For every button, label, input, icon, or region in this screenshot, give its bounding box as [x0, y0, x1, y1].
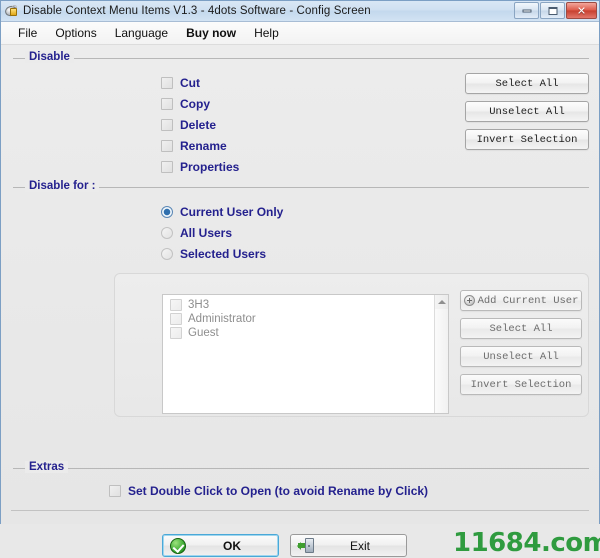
checkbox-icon[interactable]: [170, 313, 182, 325]
close-icon: ✕: [576, 4, 587, 17]
users-invert-selection-button[interactable]: Invert Selection: [460, 374, 582, 395]
content-area: Disable Cut Copy Delete Rename Propertie…: [1, 45, 600, 558]
radio-icon[interactable]: [161, 227, 173, 239]
list-item[interactable]: Administrator: [166, 312, 448, 326]
add-current-user-button[interactable]: Add Current User: [460, 290, 582, 311]
disable-for-group: Disable for : Current User Only All User…: [13, 180, 589, 457]
menu-item-options[interactable]: Options: [46, 23, 105, 43]
checkbox-cut[interactable]: Cut: [161, 76, 200, 90]
disable-group-title: Disable: [25, 51, 74, 63]
checkbox-icon[interactable]: [109, 485, 121, 497]
users-unselect-all-button[interactable]: Unselect All: [460, 346, 582, 367]
extras-group-title: Extras: [25, 461, 69, 473]
selected-users-panel: 3H3 Administrator Guest Add Current User…: [114, 273, 589, 417]
scrollbar-track[interactable]: [435, 309, 448, 413]
checkbox-delete[interactable]: Delete: [161, 118, 216, 132]
chevron-up-icon: [437, 300, 446, 304]
checkbox-copy[interactable]: Copy: [161, 97, 210, 111]
lock-disc-icon: [3, 4, 19, 18]
list-item[interactable]: Guest: [166, 326, 448, 340]
checkbox-label: Properties: [180, 160, 240, 174]
radio-label: Current User Only: [180, 205, 284, 219]
window-title: Disable Context Menu Items V1.3 - 4dots …: [23, 5, 371, 17]
green-check-icon: [170, 537, 186, 554]
checkbox-label: Rename: [180, 139, 227, 153]
radio-icon[interactable]: [161, 248, 173, 260]
checkbox-set-double-click-to-open[interactable]: Set Double Click to Open (to avoid Renam…: [109, 484, 428, 498]
title-bar: Disable Context Menu Items V1.3 - 4dots …: [1, 1, 599, 22]
users-select-all-button[interactable]: Select All: [460, 318, 582, 339]
checkbox-icon[interactable]: [161, 140, 173, 152]
checkbox-icon[interactable]: [170, 327, 182, 339]
watermark: 11684.com: [453, 528, 600, 558]
list-item-label: 3H3: [188, 299, 210, 311]
list-item-label: Guest: [188, 327, 219, 339]
menu-item-file[interactable]: File: [9, 23, 46, 43]
app-window: Disable Context Menu Items V1.3 - 4dots …: [0, 0, 600, 558]
radio-icon[interactable]: [161, 206, 173, 218]
menu-item-language[interactable]: Language: [106, 23, 177, 43]
checkbox-label: Cut: [180, 76, 200, 90]
button-label: Add Current User: [477, 294, 579, 307]
maximize-button[interactable]: [540, 2, 565, 19]
unselect-all-button[interactable]: Unselect All: [465, 101, 589, 122]
radio-all-users[interactable]: All Users: [161, 226, 232, 240]
exit-button[interactable]: Exit: [290, 534, 407, 557]
close-button[interactable]: ✕: [566, 2, 597, 19]
radio-selected-users[interactable]: Selected Users: [161, 247, 266, 261]
minimize-icon: [522, 9, 531, 12]
menu-item-buy-now[interactable]: Buy now: [177, 23, 245, 43]
checkbox-properties[interactable]: Properties: [161, 160, 239, 174]
exit-door-icon: [297, 538, 314, 553]
menu-bar: File Options Language Buy now Help: [1, 22, 599, 45]
checkbox-icon[interactable]: [161, 119, 173, 131]
maximize-icon: [548, 6, 557, 15]
checkbox-label: Copy: [180, 97, 210, 111]
exit-button-label: Exit: [349, 538, 370, 553]
window-controls: ✕: [514, 2, 597, 19]
ok-button-label: OK: [223, 538, 241, 553]
checkbox-rename[interactable]: Rename: [161, 139, 227, 153]
checkbox-icon[interactable]: [161, 98, 173, 110]
user-listbox[interactable]: 3H3 Administrator Guest: [162, 294, 449, 414]
ok-button[interactable]: OK: [162, 534, 279, 557]
radio-current-user-only[interactable]: Current User Only: [161, 205, 283, 219]
radio-label: All Users: [180, 226, 233, 240]
radio-label: Selected Users: [180, 247, 267, 261]
checkbox-icon[interactable]: [161, 77, 173, 89]
invert-selection-button[interactable]: Invert Selection: [465, 129, 589, 150]
scroll-up-button[interactable]: [435, 295, 448, 309]
extras-group: Extras Set Double Click to Open (to avoi…: [13, 461, 589, 506]
checkbox-label: Set Double Click to Open (to avoid Renam…: [128, 484, 429, 498]
disable-group: Disable Cut Copy Delete Rename Propertie…: [13, 51, 589, 176]
checkbox-icon[interactable]: [170, 299, 182, 311]
list-item[interactable]: 3H3: [166, 298, 448, 312]
checkbox-icon[interactable]: [161, 161, 173, 173]
menu-item-help[interactable]: Help: [245, 23, 288, 43]
plus-icon: [463, 295, 475, 306]
vertical-scrollbar[interactable]: [434, 295, 448, 413]
list-item-label: Administrator: [188, 313, 256, 325]
minimize-button[interactable]: [514, 2, 539, 19]
checkbox-label: Delete: [180, 118, 217, 132]
disable-for-group-title: Disable for :: [25, 180, 100, 192]
select-all-button[interactable]: Select All: [465, 73, 589, 94]
